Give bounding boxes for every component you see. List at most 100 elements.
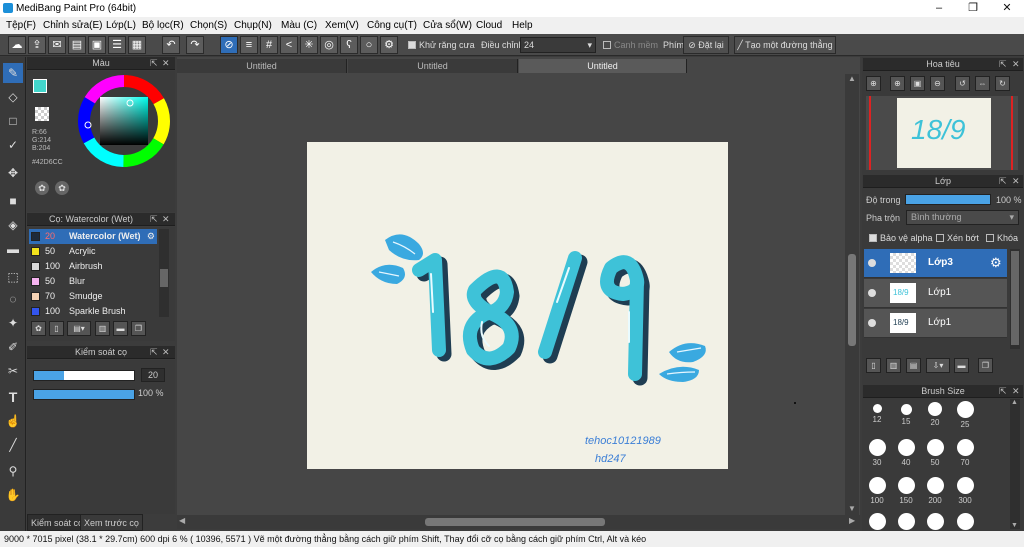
brush-property-icon[interactable]: ▥ <box>95 321 110 336</box>
brush-size-option[interactable]: 70 <box>952 439 978 467</box>
horizontal-scrollbar[interactable]: ◀ ▶ <box>177 515 860 529</box>
fit-icon[interactable]: ▣ <box>910 76 925 91</box>
visibility-eye-icon[interactable] <box>868 319 876 327</box>
visibility-eye-icon[interactable] <box>868 259 876 267</box>
flip-icon[interactable]: ⇔ <box>975 76 990 91</box>
layer-folder-icon[interactable]: ▬ <box>954 358 969 373</box>
brush-size-option[interactable]: 40 <box>893 439 919 467</box>
close-icon[interactable]: ✕ <box>1012 175 1020 188</box>
antialias-checkbox[interactable]: Khử răng cưa <box>408 40 475 50</box>
zoom-in-icon[interactable]: ⊕ <box>866 76 881 91</box>
undock-icon[interactable]: ⇱ <box>999 175 1007 188</box>
vanishing-point-icon[interactable]: < <box>280 36 298 54</box>
menu-edit[interactable]: Chỉnh sửa(E) <box>43 20 103 31</box>
redo-icon[interactable]: ↷ <box>186 36 204 54</box>
brush-list-scrollbar[interactable] <box>159 229 169 317</box>
grid-icon[interactable]: ▦ <box>128 36 146 54</box>
tab-brush-control[interactable]: Kiểm soát cọ <box>27 514 88 531</box>
concentric-snap-icon[interactable]: ◎ <box>320 36 338 54</box>
undock-icon[interactable]: ⇱ <box>150 346 158 359</box>
foreground-color-swatch[interactable] <box>33 79 47 93</box>
cloud-icon[interactable]: ☁ <box>8 36 26 54</box>
zoom-in-2-icon[interactable]: ⊕ <box>890 76 905 91</box>
rotate-left-icon[interactable]: ↺ <box>955 76 970 91</box>
eyedropper-tool-icon[interactable]: ⚲ <box>3 461 23 481</box>
duplicate-layer-icon[interactable]: ❐ <box>978 358 993 373</box>
menu-view[interactable]: Xem(V) <box>325 20 359 31</box>
layer-menu-icon[interactable]: ⇩▾ <box>926 358 950 373</box>
new-halftone-layer-icon[interactable]: ▥ <box>886 358 901 373</box>
brush-size-scrollbar[interactable]: ▲ ▼ <box>1010 399 1020 529</box>
reset-button[interactable]: ⊘ Đặt lại <box>683 36 729 54</box>
menu-cloud[interactable]: Cloud <box>476 20 502 31</box>
scroll-up-icon[interactable]: ▲ <box>848 74 856 83</box>
snap-off-icon[interactable]: ⊘ <box>220 36 238 54</box>
brush-size-option[interactable]: 50 <box>922 439 948 467</box>
radial-snap-icon[interactable]: ✳ <box>300 36 318 54</box>
layer-row[interactable]: Lớp3 ⚙ <box>864 249 1007 278</box>
tab-brush-preview[interactable]: Xem trước cọ <box>80 514 143 531</box>
maximize-button[interactable]: ❐ <box>956 0 990 17</box>
eraser-tool-icon[interactable]: ◇ <box>3 87 23 107</box>
protect-alpha-checkbox[interactable]: Bảo vệ alpha <box>869 233 933 243</box>
undock-icon[interactable]: ⇱ <box>150 57 158 70</box>
divide-tool-icon[interactable]: ╱ <box>3 435 23 455</box>
bucket-tool-icon[interactable]: ◈ <box>3 215 23 235</box>
close-button[interactable]: ✕ <box>990 0 1024 17</box>
menu-select[interactable]: Chọn(S) <box>190 20 227 31</box>
brush-size-option[interactable]: 15 <box>893 404 919 426</box>
brush-menu-icon[interactable]: ▤▾ <box>67 321 91 336</box>
operation-tool-icon[interactable]: ☝ <box>3 411 23 431</box>
brush-size-value[interactable]: 20 <box>141 368 165 382</box>
parallel-snap-icon[interactable]: ≡ <box>240 36 258 54</box>
text-tool-icon[interactable]: T <box>3 387 23 407</box>
tab-document[interactable]: Untitled <box>177 59 347 73</box>
layer-settings-gear-icon[interactable]: ⚙ <box>990 255 1002 271</box>
vertical-scrollbar[interactable]: ▲ ▼ <box>845 74 859 515</box>
list-icon[interactable]: ☰ <box>108 36 126 54</box>
brush-size-option[interactable] <box>893 513 919 531</box>
undock-icon[interactable]: ⇱ <box>999 58 1007 71</box>
menu-file[interactable]: Tệp(F) <box>6 20 36 31</box>
magic-wand-tool-icon[interactable]: ✦ <box>3 313 23 333</box>
menu-help[interactable]: Help <box>512 20 533 31</box>
brush-item[interactable]: 100 Airbrush <box>29 259 157 274</box>
scroll-left-icon[interactable]: ◀ <box>179 516 185 525</box>
menu-snap[interactable]: Chụp(N) <box>234 20 272 31</box>
layer-list-scrollbar[interactable] <box>1010 249 1020 349</box>
create-line-button[interactable]: ╱ Tạo một đường thẳng <box>734 36 836 54</box>
brush-item[interactable]: 50 Acrylic <box>29 244 157 259</box>
tab-document[interactable]: Untitled <box>348 59 518 73</box>
brush-size-option[interactable]: 200 <box>922 477 948 505</box>
new-brush-icon[interactable]: ▯ <box>49 321 64 336</box>
close-icon[interactable]: ✕ <box>162 346 170 359</box>
blend-mode-select[interactable]: Bình thường ▾ <box>906 210 1019 225</box>
select-eraser-tool-icon[interactable]: ✂ <box>3 361 23 381</box>
lock-checkbox[interactable]: Khóa <box>986 233 1018 243</box>
fill-rect-tool-icon[interactable]: ■ <box>3 191 23 211</box>
select-rect-tool-icon[interactable]: □ <box>3 111 23 131</box>
scroll-down-icon[interactable]: ▼ <box>848 504 856 513</box>
menu-layer[interactable]: Lớp(L) <box>106 20 136 31</box>
scroll-right-icon[interactable]: ▶ <box>849 516 855 525</box>
comment-icon[interactable]: ✉ <box>48 36 66 54</box>
brush-item[interactable]: 50 Blur <box>29 274 157 289</box>
brush-opacity-slider[interactable] <box>33 389 135 400</box>
menu-window[interactable]: Cửa sổ(W) <box>423 20 472 31</box>
layer-row[interactable]: 18/9 Lớp1 <box>864 309 1007 338</box>
menu-color[interactable]: Màu (C) <box>281 20 317 31</box>
minimize-button[interactable]: – <box>922 0 956 17</box>
zoom-out-icon[interactable]: ⊖ <box>930 76 945 91</box>
brush-size-option[interactable]: 150 <box>893 477 919 505</box>
document-icon[interactable]: ▣ <box>88 36 106 54</box>
duplicate-icon[interactable]: ❐ <box>131 321 146 336</box>
brush-size-option[interactable] <box>922 513 948 531</box>
brush-size-option[interactable]: 20 <box>922 402 948 427</box>
dot-tool-icon[interactable]: ✓ <box>3 135 23 155</box>
brush-size-option[interactable]: 12 <box>864 404 890 424</box>
add-brush-icon[interactable]: ✿ <box>31 321 46 336</box>
brush-size-option[interactable] <box>864 513 890 531</box>
brush-item[interactable]: 20 Watercolor (Wet) ⚙ <box>29 229 157 244</box>
brush-size-option[interactable]: 100 <box>864 477 890 505</box>
tab-document-active[interactable]: Untitled <box>519 59 687 73</box>
